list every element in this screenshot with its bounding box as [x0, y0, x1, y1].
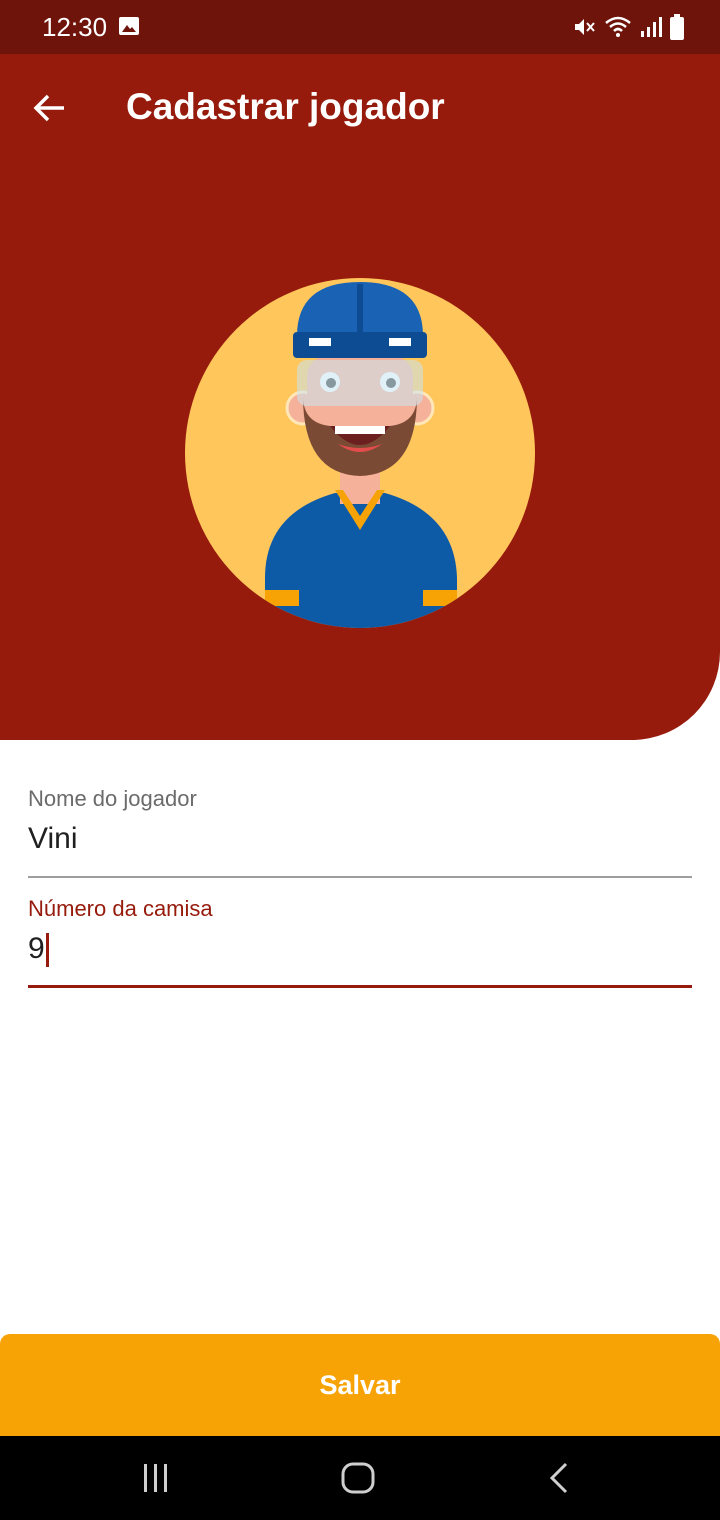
save-button[interactable]: Salvar — [0, 1334, 720, 1436]
shirt-number-field[interactable]: Número da camisa 9 — [28, 896, 692, 988]
shirt-number-label: Número da camisa — [28, 896, 213, 921]
shirt-number-input[interactable]: 9 — [28, 932, 45, 965]
status-icons — [572, 14, 684, 40]
arrow-left-icon[interactable] — [28, 86, 72, 130]
player-avatar[interactable] — [185, 278, 535, 628]
wifi-icon — [605, 16, 631, 37]
shirt-number-underline — [28, 985, 692, 988]
mute-icon — [575, 19, 595, 35]
text-cursor — [45, 933, 49, 968]
recent-apps-icon[interactable] — [134, 1456, 178, 1500]
back-icon[interactable] — [538, 1456, 582, 1500]
player-name-field[interactable]: Nome do jogador Vini — [28, 786, 692, 878]
player-name-underline — [28, 876, 692, 878]
signal-icon — [641, 17, 662, 37]
navigation-bar — [0, 1436, 720, 1520]
status-time: 12:30 — [42, 12, 108, 42]
status-bar: 12:30 — [0, 0, 720, 54]
image-icon — [119, 17, 139, 35]
shirt-number-input-wrap[interactable]: 9 — [28, 930, 692, 968]
player-name-input[interactable]: Vini — [28, 820, 692, 858]
home-icon[interactable] — [336, 1456, 380, 1500]
player-name-label: Nome do jogador — [28, 786, 197, 811]
page-title: Cadastrar jogador — [126, 86, 445, 127]
header: Cadastrar jogador — [0, 54, 720, 740]
battery-icon — [670, 14, 684, 40]
